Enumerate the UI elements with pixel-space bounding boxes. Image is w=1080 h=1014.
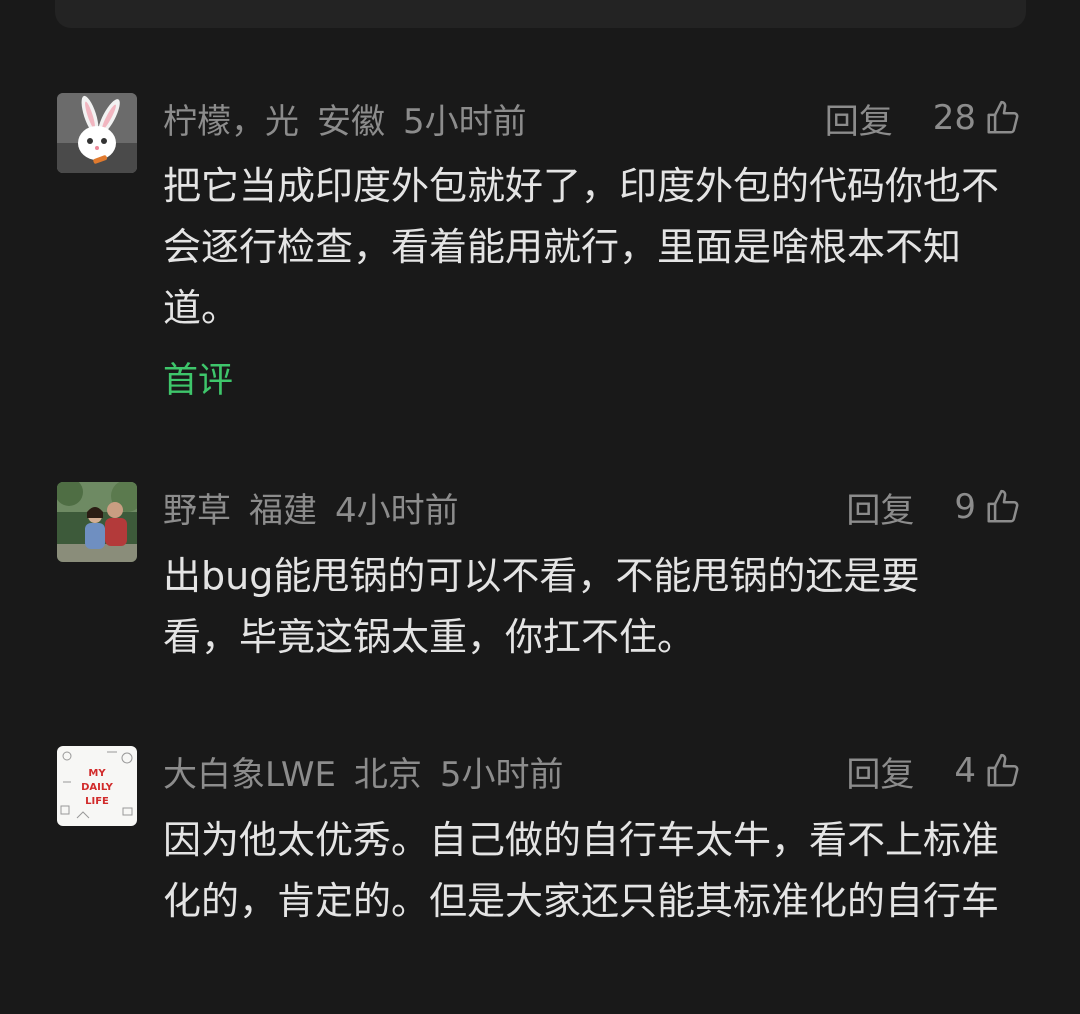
location: 安徽 (317, 101, 385, 142)
reply-button[interactable]: 回复 (846, 747, 914, 796)
reply-button[interactable]: 回复 (846, 483, 914, 532)
like-count: 28 (932, 98, 976, 138)
couple-photo-avatar-icon (57, 482, 137, 562)
thumbs-up-icon[interactable] (984, 99, 1022, 137)
like-count: 9 (954, 487, 976, 527)
thumbs-up-icon[interactable] (984, 752, 1022, 790)
doodle-avatar-icon: MY DAILY LIFE (57, 746, 137, 826)
comment-actions: 回复 28 (825, 93, 1022, 143)
username[interactable]: 大白象LWE (163, 747, 336, 796)
comment-actions: 回复 4 (846, 746, 1022, 796)
avatar[interactable] (57, 482, 137, 562)
previous-card (55, 0, 1026, 28)
timestamp: 5小时前 (439, 754, 564, 795)
first-comment-tag: 首评 (163, 361, 234, 401)
reply-button[interactable]: 回复 (825, 94, 893, 143)
comment-text: 把它当成印度外包就好了，印度外包的代码你也不会逐行检查，看着能用就行，里面是啥根… (163, 164, 1000, 330)
comment-text: 出bug能甩锅的可以不看，不能甩锅的还是要看，毕竟这锅太重，你扛不住。 (163, 554, 920, 659)
username[interactable]: 柠檬，光 (163, 94, 299, 143)
location: 北京 (353, 754, 422, 795)
avatar-logo-text: MY (88, 768, 106, 779)
thumbs-up-icon[interactable] (984, 488, 1022, 526)
timestamp: 5小时前 (403, 101, 527, 142)
comment-actions: 回复 9 (846, 482, 1022, 532)
location: 福建 (249, 490, 317, 531)
like-count: 4 (954, 751, 976, 791)
svg-text:DAILY: DAILY (81, 782, 114, 793)
avatar[interactable]: MY DAILY LIFE (57, 746, 137, 826)
svg-text:LIFE: LIFE (85, 796, 109, 807)
bunny-avatar-icon (57, 93, 137, 173)
username[interactable]: 野草 (163, 483, 231, 532)
comment-text: 因为他太优秀。自己做的自行车太牛，看不上标准化的，肯定的。但是大家还只能其标准化… (163, 818, 1000, 923)
timestamp: 4小时前 (335, 490, 459, 531)
avatar[interactable] (57, 93, 137, 173)
